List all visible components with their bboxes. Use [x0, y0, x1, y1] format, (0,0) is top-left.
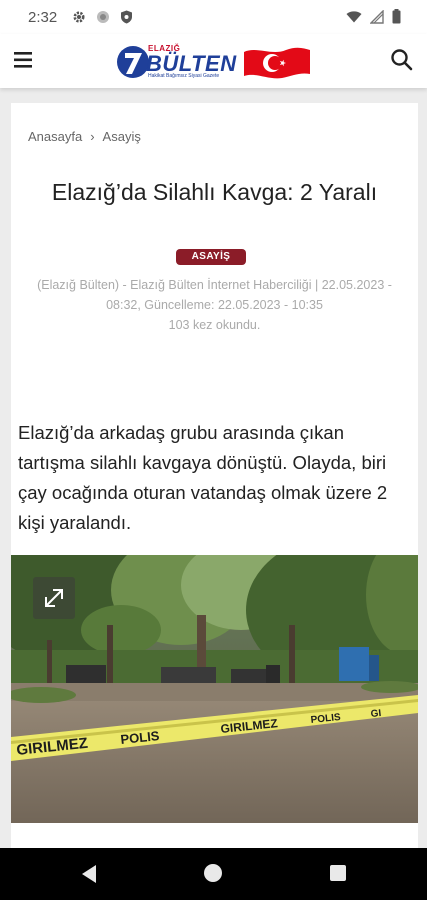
- shield-icon: [120, 10, 133, 29]
- menu-button[interactable]: [12, 48, 36, 72]
- expand-image-button[interactable]: [33, 577, 75, 619]
- battery-icon: [392, 9, 401, 29]
- article-lead: Elazığ’da arkadaş grubu arasında çıkan t…: [18, 421, 388, 533]
- status-bar: 2:32: [0, 0, 427, 34]
- logo-tagline: Hakikat Bağımsız Siyasi Gazete: [148, 73, 220, 79]
- article-card: Anasayfa › Asayiş Elazığ’da Silahlı Kavg…: [11, 103, 418, 848]
- back-icon: [82, 865, 96, 883]
- app-header: ELAZIĞ BÜLTEN Hakikat Bağımsız Siyasi Ga…: [0, 34, 427, 88]
- hamburger-icon: [14, 52, 32, 68]
- expand-icon: [45, 589, 63, 607]
- gear-icon: [72, 10, 86, 29]
- turkish-flag-icon: [244, 47, 310, 79]
- wifi-icon: [346, 10, 362, 28]
- search-button[interactable]: [389, 47, 415, 73]
- status-icons-left: [72, 10, 133, 29]
- article-image[interactable]: GIRILMEZ POLIS GIRILMEZ POLIS GI: [11, 555, 418, 823]
- tape-text-5: GI: [370, 708, 382, 720]
- logo-mark-icon: [117, 46, 149, 78]
- breadcrumb-home[interactable]: Anasayfa: [28, 129, 82, 144]
- circle-notification-icon: [96, 10, 110, 29]
- article-title: Elazığ’da Silahlı Kavga: 2 Yaralı: [51, 179, 378, 206]
- system-nav-bar: [0, 848, 427, 900]
- article-byline: (Elazığ Bülten) - Elazığ Bülten İnternet…: [37, 278, 392, 312]
- article-meta: (Elazığ Bülten) - Elazığ Bülten İnternet…: [23, 275, 406, 335]
- status-time: 2:32: [28, 9, 58, 26]
- signal-icon: [369, 8, 384, 29]
- recents-button[interactable]: [330, 865, 346, 881]
- status-icons-right: [346, 8, 401, 29]
- breadcrumb-separator: ›: [90, 129, 95, 144]
- site-logo[interactable]: ELAZIĞ BÜLTEN Hakikat Bağımsız Siyasi Ga…: [116, 42, 312, 82]
- view-count: 103 kez okundu.: [168, 318, 261, 332]
- back-button[interactable]: [80, 864, 98, 889]
- category-badge[interactable]: ASAYİŞ: [176, 249, 246, 265]
- breadcrumb: Anasayfa › Asayiş: [28, 129, 141, 144]
- breadcrumb-section[interactable]: Asayiş: [103, 129, 141, 144]
- search-icon: [391, 49, 413, 71]
- home-button[interactable]: [204, 864, 222, 882]
